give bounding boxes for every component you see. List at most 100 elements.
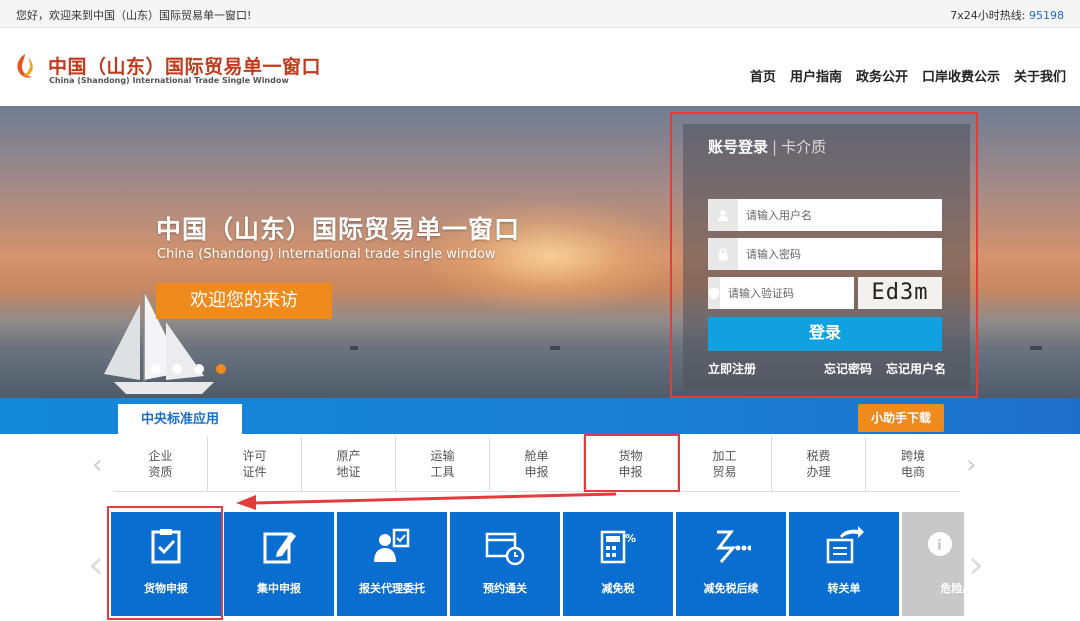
edit-form-icon: [263, 532, 296, 564]
username-input[interactable]: [738, 200, 942, 230]
tile-transfer-form[interactable]: 转关单: [789, 512, 899, 616]
category-label: 舱单: [524, 449, 549, 463]
tile-hazardous-goods[interactable]: i 危险品: [902, 512, 964, 616]
nav-user-guide[interactable]: 用户指南: [790, 66, 842, 85]
category-label: 电商: [900, 465, 925, 479]
category-label: 工具: [430, 465, 455, 479]
carousel-dot[interactable]: [172, 364, 182, 374]
captcha-input[interactable]: [720, 278, 873, 308]
tile-label: 减免税后续: [703, 582, 759, 595]
category-next-arrow[interactable]: ›: [966, 450, 976, 480]
tile-label: 报关代理委托: [359, 582, 425, 595]
category-prev-arrow[interactable]: ‹: [92, 450, 102, 480]
password-field: [708, 238, 942, 270]
site-header: 中国（山东）国际贸易单一窗口 China (Shandong) Internat…: [0, 28, 1080, 106]
logo-title-cn[interactable]: 中国（山东）国际贸易单一窗口: [48, 52, 321, 79]
tile-label: 转关单: [827, 582, 861, 595]
category-enterprise-qualification[interactable]: 企业 资质: [114, 436, 208, 492]
nav-about-us[interactable]: 关于我们: [1014, 66, 1066, 85]
tab-central-standard-apps[interactable]: 中央标准应用: [118, 404, 242, 436]
svg-text:%: %: [625, 532, 636, 545]
helper-download-button[interactable]: 小助手下载: [858, 404, 944, 432]
tile-customs-agent-delegation[interactable]: 报关代理委托: [337, 512, 447, 616]
agent-delegate-icon: [374, 528, 410, 562]
category-label: 许可: [242, 449, 267, 463]
login-tabs: 账号登录 | 卡介质: [708, 136, 826, 157]
category-cross-border-ecommerce[interactable]: 跨境 电商: [866, 436, 960, 492]
category-label: 资质: [148, 465, 173, 479]
category-label: 申报: [524, 465, 549, 479]
tile-label: 预约通关: [483, 582, 527, 595]
top-bar: 您好，欢迎来到中国（山东）国际贸易单一窗口! 7x24小时热线: 95198: [0, 0, 1080, 28]
schedule-clock-icon: [485, 532, 525, 566]
nav-port-fees[interactable]: 口岸收费公示: [922, 66, 1000, 85]
category-label: 原产: [336, 449, 361, 463]
category-label: 企业: [148, 449, 173, 463]
category-tax-handling[interactable]: 税费 办理: [772, 436, 866, 492]
forgot-password-link[interactable]: 忘记密码: [824, 360, 872, 377]
info-person-icon: i: [928, 532, 952, 556]
logo-icon[interactable]: [12, 52, 38, 82]
tile-tax-reduction[interactable]: % 减免税: [563, 512, 673, 616]
tile-appointment-clearance[interactable]: 预约通关: [450, 512, 560, 616]
calculator-percent-icon: %: [600, 530, 636, 564]
lock-icon: [708, 238, 738, 270]
nav-home[interactable]: 首页: [750, 66, 776, 85]
svg-text:i: i: [937, 538, 942, 554]
tile-tax-reduction-followup[interactable]: 减免税后续: [676, 512, 786, 616]
tiles-prev-arrow[interactable]: ‹: [88, 542, 104, 588]
username-field: [708, 199, 942, 231]
welcome-text: 您好，欢迎来到中国（山东）国际贸易单一窗口!: [16, 9, 252, 22]
service-tiles: 货物申报 集中申报 报关代理委托 预约通关 % 减免税 减免税后续 转关单 i …: [111, 512, 964, 616]
category-label: 办理: [806, 465, 831, 479]
category-origin-certificate[interactable]: 原产 地证: [302, 436, 396, 492]
logo-title-en: China (Shandong) International Trade Sin…: [49, 76, 289, 85]
category-label: 加工: [712, 449, 737, 463]
category-license[interactable]: 许可 证件: [208, 436, 302, 492]
category-label: 地证: [336, 465, 361, 479]
category-highlight-box: [584, 434, 680, 492]
password-input[interactable]: [738, 239, 942, 269]
carousel-dot[interactable]: [194, 364, 204, 374]
captcha-field: [708, 277, 873, 309]
tab-separator: |: [772, 138, 778, 156]
tab-card-medium[interactable]: 卡介质: [781, 138, 826, 156]
tile-label: 危险品: [940, 582, 965, 595]
register-link[interactable]: 立即注册: [708, 360, 756, 377]
tab-account-login[interactable]: 账号登录: [708, 138, 768, 156]
category-list: 企业 资质 许可 证件 原产 地证 运输 工具 舱单 申报 货物 申报 加工 贸易 税费 办理 …: [114, 436, 960, 492]
nav-government-affairs[interactable]: 政务公开: [856, 66, 908, 85]
tile-highlight-box: [107, 506, 223, 620]
category-label: 贸易: [712, 465, 737, 479]
category-label: 运输: [430, 449, 455, 463]
login-panel: 账号登录|卡介质 Ed3m 登录 立即注册 忘记密码 忘记用户名: [683, 124, 970, 390]
tax-followup-icon: [716, 530, 751, 563]
hero-title: 中国（山东）国际贸易单一窗口: [156, 215, 521, 244]
tile-label: 减免税: [601, 582, 635, 595]
hotline-label: 7x24小时热线:: [950, 9, 1029, 22]
carousel-dots: [150, 364, 226, 374]
login-button[interactable]: 登录: [708, 317, 942, 351]
category-processing-trade[interactable]: 加工 贸易: [678, 436, 772, 492]
hero-subtitle: China (Shandong) international trade sin…: [157, 247, 496, 262]
hotline: 7x24小时热线: 95198: [950, 7, 1064, 23]
main-nav: 首页 用户指南 政务公开 口岸收费公示 关于我们: [750, 66, 1066, 85]
annotation-arrow-icon: [236, 492, 617, 510]
category-transport[interactable]: 运输 工具: [396, 436, 490, 492]
carousel-dot[interactable]: [150, 364, 160, 374]
user-icon: [708, 199, 738, 231]
hotline-number[interactable]: 95198: [1029, 9, 1064, 22]
category-label: 税费: [806, 449, 831, 463]
captcha-image[interactable]: Ed3m: [858, 277, 942, 309]
tile-label: 集中申报: [257, 582, 301, 595]
forgot-username-link[interactable]: 忘记用户名: [886, 360, 946, 377]
carousel-dot-active[interactable]: [216, 364, 226, 374]
category-label: 证件: [242, 465, 267, 479]
welcome-button[interactable]: 欢迎您的来访: [156, 283, 332, 319]
category-manifest[interactable]: 舱单 申报: [490, 436, 584, 492]
tile-centralized-declaration[interactable]: 集中申报: [224, 512, 334, 616]
category-label: 跨境: [900, 449, 925, 463]
shield-icon: [708, 277, 720, 309]
tiles-next-arrow[interactable]: ›: [968, 542, 984, 588]
transfer-form-icon: [826, 526, 864, 564]
